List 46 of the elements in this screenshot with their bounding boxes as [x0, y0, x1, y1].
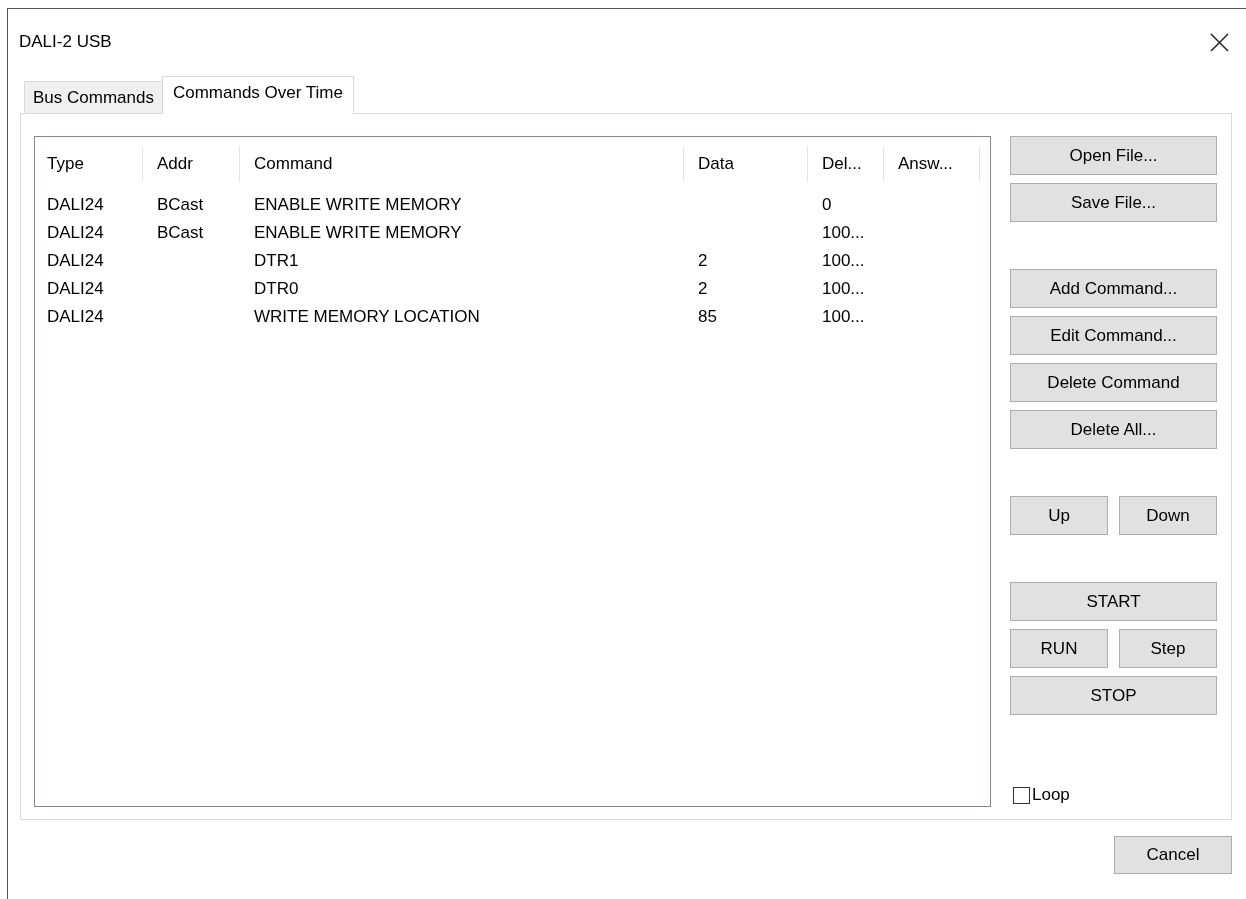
table-cell-text: DALI24	[46, 251, 105, 271]
table-cell-text: WRITE MEMORY LOCATION	[253, 307, 481, 327]
table-cell-text: DALI24	[46, 195, 105, 215]
table-cell-text: ENABLE WRITE MEMORY	[253, 223, 463, 243]
table-cell-text: DALI24	[46, 279, 105, 299]
table-cell-text: 0	[821, 195, 833, 215]
column-header[interactable]: Command	[240, 146, 684, 182]
command-button[interactable]: Edit Command...	[1010, 316, 1217, 355]
column-header[interactable]: Answ...	[884, 146, 980, 182]
table-cell-text: 100...	[821, 223, 866, 243]
checkbox-label: Loop	[1032, 785, 1070, 805]
tab[interactable]: Commands Over Time	[161, 76, 354, 114]
table-cell-text: DTR0	[253, 279, 300, 299]
table-cell-text: 100...	[821, 251, 866, 271]
command-button[interactable]: Delete All...	[1010, 410, 1217, 449]
command-button[interactable]: Delete Command	[1010, 363, 1217, 402]
table-cell-text: DTR1	[253, 251, 300, 271]
command-button[interactable]: STOP	[1010, 676, 1217, 715]
command-button[interactable]: Step	[1119, 629, 1217, 668]
command-list[interactable]: Type Addr Command Data Del... Answ... DALI24 BCast ENABLE WRITE MEMORY 0 DALI24 BCast ENABLE WRITE MEMORY 100... DALI24 DTR1 2 100... DALI24 DTR0 2 100... DALI24 WRITE MEMORY LOCATION 85 100...	[34, 136, 991, 807]
table-cell-text: 2	[697, 279, 709, 299]
command-button[interactable]: Down	[1119, 496, 1217, 535]
command-button[interactable]: Open File...	[1010, 136, 1217, 175]
column-header[interactable]: Type	[35, 146, 143, 182]
command-button[interactable]: RUN	[1010, 629, 1108, 668]
command-button[interactable]: START	[1010, 582, 1217, 621]
table-cell-text: BCast	[156, 223, 205, 243]
close-icon[interactable]	[1210, 32, 1229, 52]
table-cell-text: 100...	[821, 279, 866, 299]
command-button[interactable]: Up	[1010, 496, 1108, 535]
command-button[interactable]: Add Command...	[1010, 269, 1217, 308]
tab[interactable]: Bus Commands	[24, 81, 163, 113]
column-header[interactable]: Del...	[808, 146, 884, 182]
table-cell-text: BCast	[156, 195, 205, 215]
command-button[interactable]: Save File...	[1010, 183, 1217, 222]
table-cell-text: 85	[697, 307, 718, 327]
column-header[interactable]: Addr	[143, 146, 240, 182]
table-cell-text: 100...	[821, 307, 866, 327]
checkbox[interactable]	[1013, 786, 1030, 804]
table-cell-text: ENABLE WRITE MEMORY	[253, 195, 463, 215]
window-title: DALI-2 USB	[19, 32, 112, 52]
column-header[interactable]: Data	[684, 146, 808, 182]
table-cell-text: DALI24	[46, 223, 105, 243]
cancel-button[interactable]: Cancel	[1114, 836, 1232, 874]
table-cell-text: DALI24	[46, 307, 105, 327]
table-cell-text: 2	[697, 251, 709, 271]
